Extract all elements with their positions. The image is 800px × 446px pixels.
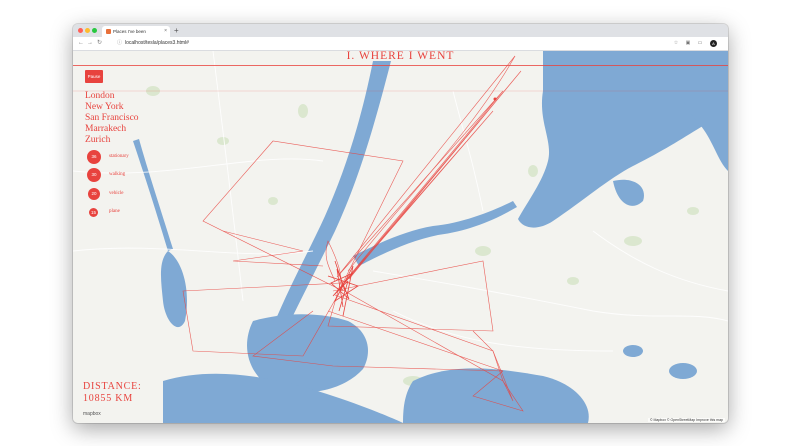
mapbox-logo[interactable]: mapbox: [83, 411, 101, 417]
minimize-window-button[interactable]: [85, 28, 90, 33]
info-icon: ⓘ: [117, 40, 123, 46]
profile-avatar[interactable]: A: [710, 40, 717, 47]
tab-bar: Places I've been × +: [73, 24, 728, 37]
tab-title: Places I've been: [113, 29, 146, 34]
title-divider: [73, 65, 728, 66]
map-canvas[interactable]: [73, 51, 728, 423]
browser-window: Places I've been × + ← → ↻ ⓘ localhost/te…: [73, 24, 728, 423]
extension-icon[interactable]: ▣: [685, 40, 691, 46]
bookmark-icon[interactable]: ☆: [673, 40, 679, 46]
mode-count-badge: 20: [88, 188, 100, 200]
distance-label: DISTANCE:: [83, 381, 142, 392]
mode-vehicle[interactable]: 20 vehicle: [87, 187, 167, 201]
mode-count-badge: 15: [89, 208, 98, 217]
distance-value: 10855 KM: [83, 393, 134, 404]
mode-label: plane: [109, 209, 120, 214]
city-list: London New York San Francisco Marrakech …: [85, 91, 139, 146]
city-item[interactable]: Zurich: [85, 135, 139, 146]
distance-display: DISTANCE: 10855 KM: [83, 381, 142, 405]
water-bodies: [133, 51, 728, 423]
close-window-button[interactable]: [78, 28, 83, 33]
tab-places[interactable]: Places I've been ×: [102, 26, 170, 37]
page-title: I. WHERE I WENT: [346, 51, 455, 62]
pause-button[interactable]: Pause: [85, 70, 103, 83]
back-button[interactable]: ←: [78, 37, 84, 50]
mode-count-badge: 30: [87, 168, 101, 182]
city-item[interactable]: New York: [85, 102, 139, 113]
city-item[interactable]: Marrakech: [85, 124, 139, 135]
mode-plane[interactable]: 15 plane: [87, 206, 167, 220]
mode-label: walking: [109, 172, 126, 177]
tab-close-icon[interactable]: ×: [164, 26, 167, 37]
forward-button[interactable]: →: [87, 37, 93, 50]
city-item[interactable]: London: [85, 91, 139, 102]
location-marker: [493, 97, 497, 101]
map-viewport[interactable]: I. WHERE I WENT Pause London New York Sa…: [73, 51, 728, 423]
map-attribution[interactable]: © Mapbox © OpenStreetMap Improve this ma…: [647, 418, 725, 422]
reload-button[interactable]: ↻: [97, 37, 102, 50]
mode-count-badge: 36: [87, 150, 101, 164]
maximize-window-button[interactable]: [92, 28, 97, 33]
city-item[interactable]: San Francisco: [85, 113, 139, 124]
browser-toolbar: ← → ↻ ⓘ localhost/tesla/places3.html# ☆ ▣…: [73, 37, 728, 51]
address-bar[interactable]: ⓘ localhost/tesla/places3.html#: [117, 39, 189, 48]
mode-label: stationary: [109, 154, 129, 159]
new-tab-button[interactable]: +: [174, 25, 179, 36]
cast-icon[interactable]: ▭: [697, 40, 703, 46]
mode-label: vehicle: [109, 191, 124, 196]
mode-walking[interactable]: 30 walking: [87, 168, 167, 182]
mode-stationary[interactable]: 36 stationary: [87, 150, 167, 164]
url-text: localhost/tesla/places3.html#: [125, 40, 189, 46]
favicon-icon: [106, 29, 111, 34]
